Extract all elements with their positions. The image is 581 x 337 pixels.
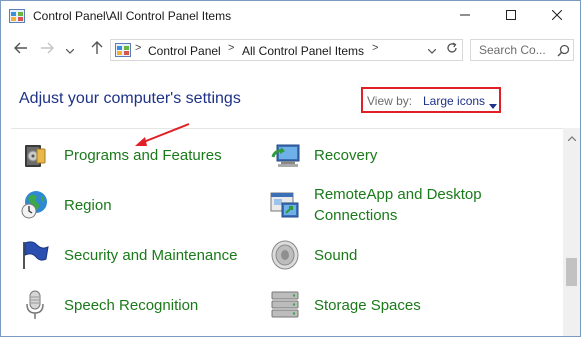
address-bar[interactable]: > Control Panel > All Control Panel Item…	[110, 39, 463, 61]
back-button[interactable]	[11, 40, 31, 60]
caret-down-icon[interactable]	[489, 97, 497, 109]
vertical-scrollbar[interactable]	[563, 128, 580, 336]
list-item-remoteapp[interactable]: RemoteApp and Desktop Connections	[269, 184, 499, 230]
scroll-up-button[interactable]	[563, 128, 580, 145]
breadcrumb-control-panel[interactable]: Control Panel	[148, 44, 221, 58]
item-label[interactable]: Security and Maintenance	[64, 245, 237, 266]
chevron-up-icon	[567, 128, 576, 146]
divider	[11, 128, 563, 129]
recent-locations-button[interactable]	[63, 40, 77, 60]
forward-button[interactable]	[37, 40, 57, 60]
annotation-arrow	[135, 123, 190, 146]
maximize-button[interactable]	[488, 1, 534, 31]
list-item-region[interactable]: Region	[19, 189, 249, 229]
item-label[interactable]: Storage Spaces	[314, 295, 421, 316]
title-bar[interactable]: Control Panel\All Control Panel Items	[1, 1, 580, 33]
item-label-line1[interactable]: RemoteApp and Desktop	[314, 184, 482, 205]
address-dropdown-button[interactable]	[425, 42, 439, 58]
view-by-selector: View by: Large icons	[361, 87, 501, 113]
recovery-icon	[269, 139, 301, 171]
remoteapp-icon	[269, 188, 301, 220]
view-by-dropdown[interactable]: Large icons	[423, 94, 485, 108]
control-panel-window: Control Panel\All Control Panel Items > …	[0, 0, 581, 337]
security-flag-icon	[19, 239, 51, 271]
search-input[interactable]	[471, 40, 563, 60]
view-by-label: View by:	[367, 94, 413, 108]
page-title: Adjust your computer's settings	[19, 90, 241, 107]
minimize-button[interactable]	[442, 1, 488, 31]
arrow-left-icon	[14, 41, 28, 59]
window-title: Control Panel\All Control Panel Items	[33, 9, 232, 23]
item-label-line2[interactable]: Connections	[314, 205, 397, 226]
list-item-sound[interactable]: Sound	[269, 239, 469, 279]
list-item-speech-recognition[interactable]: Speech Recognition	[19, 289, 249, 329]
arrow-right-icon	[40, 41, 54, 59]
microphone-icon	[19, 289, 51, 321]
close-icon	[551, 7, 563, 25]
chevron-down-icon	[65, 41, 75, 59]
breadcrumb-separator[interactable]: >	[135, 42, 141, 54]
breadcrumb-all-items[interactable]: All Control Panel Items	[242, 44, 364, 58]
storage-spaces-icon	[269, 289, 301, 321]
region-globe-icon	[19, 189, 51, 221]
maximize-icon	[506, 7, 516, 25]
search-box[interactable]	[470, 39, 574, 61]
breadcrumb-separator[interactable]: >	[372, 42, 378, 54]
item-label[interactable]: Region	[64, 195, 112, 216]
arrow-up-icon	[91, 40, 103, 60]
refresh-icon	[446, 41, 458, 59]
control-panel-icon	[115, 43, 131, 57]
chevron-down-icon	[427, 41, 437, 59]
refresh-button[interactable]	[444, 42, 460, 58]
list-item-recovery[interactable]: Recovery	[269, 139, 469, 179]
item-label[interactable]: Speech Recognition	[64, 295, 198, 316]
breadcrumb-separator[interactable]: >	[228, 42, 234, 54]
item-label[interactable]: Recovery	[314, 145, 377, 166]
close-button[interactable]	[534, 1, 580, 31]
control-panel-icon	[9, 9, 25, 23]
navigation-bar: > Control Panel > All Control Panel Item…	[1, 33, 580, 67]
speaker-icon	[269, 239, 301, 271]
programs-features-icon	[19, 139, 51, 171]
scroll-thumb[interactable]	[566, 258, 577, 286]
list-item-security-maintenance[interactable]: Security and Maintenance	[19, 239, 259, 279]
item-label[interactable]: Sound	[314, 245, 357, 266]
minimize-icon	[460, 7, 470, 25]
up-button[interactable]	[87, 40, 107, 60]
list-item-storage-spaces[interactable]: Storage Spaces	[269, 289, 469, 329]
search-icon[interactable]	[557, 44, 570, 57]
